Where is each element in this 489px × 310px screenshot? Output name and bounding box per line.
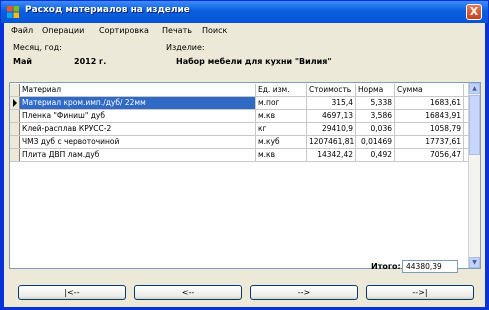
close-button[interactable]: X [466, 4, 482, 20]
menu-print[interactable]: Печать [162, 26, 192, 35]
cell-cost[interactable]: 1207461,81 [307, 136, 356, 148]
cell-norm[interactable]: 3,586 [356, 110, 395, 122]
grid-header-row: Материал Ед. изм. Стоимость Норма Сумма [10, 84, 468, 97]
cell-sum[interactable]: 1058,79 [395, 123, 464, 135]
table-row[interactable]: Пленка "Финиш" дуб м.кв 4697,13 3,586 16… [10, 110, 468, 123]
previous-record-button[interactable]: <-- [134, 285, 242, 300]
scroll-thumb[interactable] [469, 95, 480, 155]
menu-operations[interactable]: Операции [42, 26, 84, 35]
table-row[interactable]: Плита ДВП лам.дуб м.кв 14342,42 0,492 70… [10, 149, 468, 162]
product-label: Изделие: [166, 43, 205, 52]
cell-material[interactable]: Материал кром.имп./дуб/ 22мм [20, 97, 256, 109]
cell-material[interactable]: Пленка "Финиш" дуб [20, 110, 256, 122]
cell-norm[interactable]: 0,01469 [356, 136, 395, 148]
scroll-down-icon[interactable]: ▼ [469, 257, 480, 268]
row-indicator-header [10, 84, 20, 96]
cell-cost[interactable]: 29410,9 [307, 123, 356, 135]
menu-sort[interactable]: Сортировка [99, 26, 149, 35]
column-header-sum[interactable]: Сумма [395, 84, 464, 96]
cell-unit[interactable]: м.кв [256, 149, 307, 161]
materials-grid[interactable]: Материал Ед. изм. Стоимость Норма Сумма … [9, 82, 481, 269]
cell-unit[interactable]: м.кв [256, 110, 307, 122]
first-record-button[interactable]: |<-- [18, 285, 126, 300]
current-row-arrow-icon [13, 99, 17, 107]
close-icon: X [469, 5, 479, 18]
table-row[interactable]: Клей-расплав КРУСС-2 кг 29410,9 0,036 10… [10, 123, 468, 136]
cell-unit[interactable]: м.пог [256, 97, 307, 109]
total-field[interactable]: 44380,39 [402, 260, 458, 273]
table-row[interactable]: Материал кром.имп./дуб/ 22мм м.пог 315,4… [10, 97, 468, 110]
month-value: Май [13, 57, 32, 66]
scroll-up-icon[interactable]: ▲ [469, 83, 480, 94]
cell-unit[interactable]: м.куб [256, 136, 307, 148]
year-value: 2012 г. [74, 57, 107, 66]
next-record-button[interactable]: --> [250, 285, 358, 300]
cell-sum[interactable]: 17737,61 [395, 136, 464, 148]
row-indicator [10, 97, 20, 109]
row-indicator [10, 149, 20, 161]
menu-search[interactable]: Поиск [202, 26, 227, 35]
last-record-button[interactable]: -->| [366, 285, 474, 300]
row-indicator [10, 110, 20, 122]
cell-sum[interactable]: 1683,61 [395, 97, 464, 109]
row-indicator [10, 136, 20, 148]
cell-norm[interactable]: 0,492 [356, 149, 395, 161]
vertical-scrollbar[interactable]: ▲ ▼ [468, 83, 480, 268]
column-header-cost[interactable]: Стоимость [307, 84, 356, 96]
table-row[interactable]: ЧМЗ дуб с червоточиной м.куб 1207461,81 … [10, 136, 468, 149]
cell-norm[interactable]: 0,036 [356, 123, 395, 135]
period-label: Месяц, год: [13, 43, 62, 52]
total-label: Итого: [371, 262, 401, 271]
window-title: Расход материалов на изделие [25, 5, 190, 15]
column-header-material[interactable]: Материал [20, 84, 256, 96]
app-icon [7, 6, 19, 18]
cell-material[interactable]: Плита ДВП лам.дуб [20, 149, 256, 161]
title-bar[interactable]: Расход материалов на изделие X [1, 1, 488, 23]
cell-sum[interactable]: 16843,91 [395, 110, 464, 122]
column-header-unit[interactable]: Ед. изм. [256, 84, 307, 96]
menu-file[interactable]: Файл [11, 26, 33, 35]
client-area: Файл Операции Сортировка Печать Поиск Ме… [4, 23, 485, 307]
row-indicator [10, 123, 20, 135]
cell-cost[interactable]: 4697,13 [307, 110, 356, 122]
cell-norm[interactable]: 5,338 [356, 97, 395, 109]
product-value: Набор мебели для кухни "Вилия" [176, 57, 332, 66]
cell-cost[interactable]: 14342,42 [307, 149, 356, 161]
cell-sum[interactable]: 7056,47 [395, 149, 464, 161]
cell-material[interactable]: Клей-расплав КРУСС-2 [20, 123, 256, 135]
cell-cost[interactable]: 315,4 [307, 97, 356, 109]
cell-material[interactable]: ЧМЗ дуб с червоточиной [20, 136, 256, 148]
cell-unit[interactable]: кг [256, 123, 307, 135]
app-window: Расход материалов на изделие X Файл Опер… [0, 0, 489, 310]
column-header-norm[interactable]: Норма [356, 84, 395, 96]
